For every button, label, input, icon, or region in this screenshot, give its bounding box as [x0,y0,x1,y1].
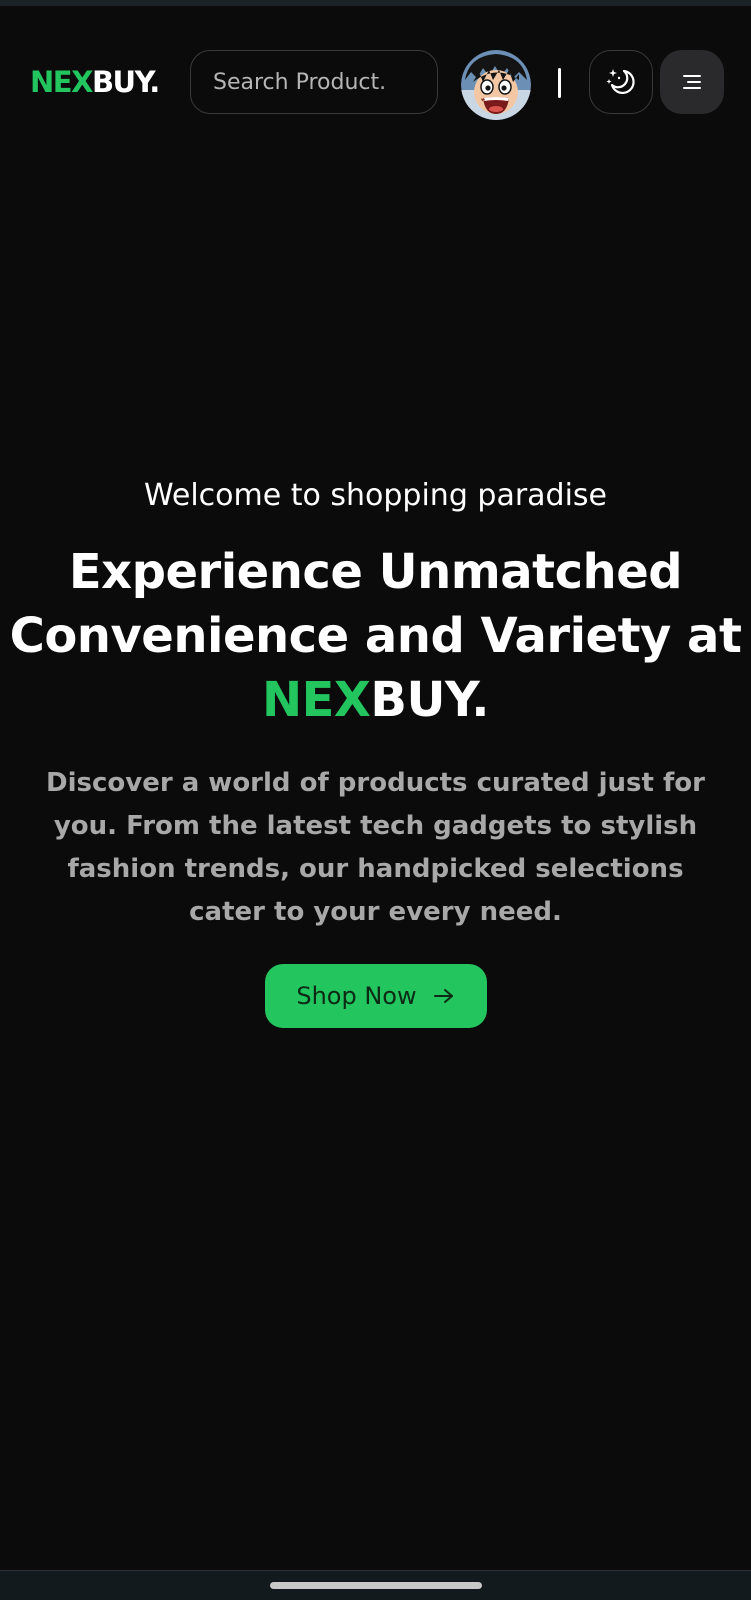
page: NEXBUY. Search Product. Welcome to shopp… [0,0,751,1600]
logo-accent-text: NEX [30,65,93,99]
headline-text: Experience Unmatched Convenience and Var… [9,544,742,664]
logo-rest-text: BUY. [91,65,160,99]
search-box[interactable] [190,50,438,114]
shop-now-label: Shop Now [296,982,417,1010]
hero-description: Discover a world of products curated jus… [46,768,705,927]
moon-stars-icon [606,69,635,94]
system-navigation-bar [0,1570,751,1600]
shop-now-button[interactable]: Shop Now [264,964,487,1028]
menu-button[interactable] [660,50,724,114]
top-header: NEXBUY. [0,50,751,120]
search-input[interactable] [213,69,437,95]
header-divider [558,68,561,98]
arrow-right-icon [433,989,453,1003]
brand-logo[interactable]: NEXBUY. [30,64,160,100]
theme-toggle-button[interactable] [589,50,653,114]
home-indicator[interactable] [270,1582,482,1589]
user-avatar[interactable] [461,50,531,120]
headline-brand-rest: BUY. [370,672,490,728]
hero-section: Welcome to shopping paradise Experience … [0,472,751,1028]
avatar-image [461,50,531,120]
welcome-text: Welcome to shopping paradise [143,478,608,513]
menu-icon [683,75,701,89]
headline-brand-accent: NEX [261,672,371,728]
status-strip [0,0,751,6]
hero-headline: Experience Unmatched Convenience and Var… [0,540,751,732]
